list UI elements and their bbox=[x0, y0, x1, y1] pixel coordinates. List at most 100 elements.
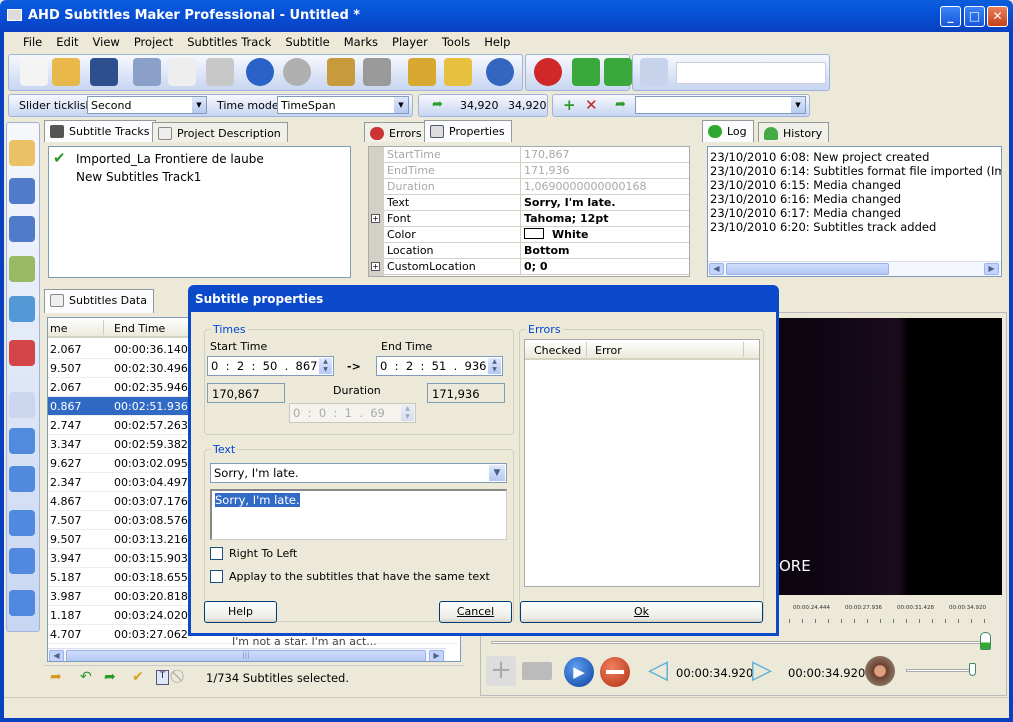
property-value[interactable]: 170,867 bbox=[522, 147, 572, 162]
new-file-icon[interactable] bbox=[20, 58, 48, 86]
menu-player[interactable]: Player bbox=[385, 32, 435, 52]
expand-icon[interactable] bbox=[9, 428, 35, 454]
tab-log[interactable]: Log bbox=[702, 120, 754, 142]
delete-mark-icon[interactable]: ✕ bbox=[585, 96, 598, 114]
tab-properties[interactable]: Properties bbox=[424, 120, 512, 142]
menu-marks[interactable]: Marks bbox=[337, 32, 385, 52]
align-left-icon[interactable] bbox=[9, 548, 35, 574]
menu-edit[interactable]: Edit bbox=[49, 32, 85, 52]
copy-icon[interactable] bbox=[168, 58, 196, 86]
book-icon[interactable] bbox=[408, 58, 436, 86]
goto-icon[interactable]: ➦ bbox=[432, 97, 443, 112]
cut-icon[interactable] bbox=[133, 58, 161, 86]
split-icon[interactable] bbox=[522, 662, 552, 680]
volume-icon[interactable] bbox=[865, 656, 895, 686]
column-header-error[interactable]: Error bbox=[595, 344, 622, 357]
column-header-start-time[interactable]: me bbox=[50, 322, 67, 335]
delete-icon[interactable] bbox=[9, 340, 35, 366]
search-input[interactable] bbox=[676, 62, 826, 84]
music-icon[interactable] bbox=[327, 58, 355, 86]
text-input[interactable]: Sorry, I'm late. bbox=[210, 489, 507, 540]
tab-project-description[interactable]: Project Description bbox=[152, 122, 288, 142]
maximize-button[interactable]: □ bbox=[964, 6, 985, 27]
track-item[interactable]: New Subtitles Track1 bbox=[76, 170, 201, 184]
fit-icon[interactable] bbox=[9, 466, 35, 492]
property-row[interactable]: Duration 1,0690000000000168 bbox=[369, 179, 689, 195]
scroll-right-icon[interactable]: ▶ bbox=[429, 650, 444, 661]
scroll-thumb[interactable] bbox=[726, 263, 889, 275]
volume-slider[interactable] bbox=[906, 669, 974, 672]
property-row[interactable]: + Font Tahoma; 12pt bbox=[369, 211, 689, 227]
menu-view[interactable]: View bbox=[86, 32, 127, 52]
check-icon[interactable]: ✔ bbox=[132, 669, 144, 685]
menu-tools[interactable]: Tools bbox=[435, 32, 477, 52]
copy-track-icon[interactable] bbox=[9, 256, 35, 282]
property-row[interactable]: StartTime 170,867 bbox=[369, 147, 689, 163]
menu-project[interactable]: Project bbox=[127, 32, 180, 52]
search-icon[interactable] bbox=[640, 58, 668, 86]
property-row[interactable]: + CustomLocation 0; 0 bbox=[369, 259, 689, 275]
sub-file-icon[interactable] bbox=[9, 178, 35, 204]
scroll-thumb[interactable]: ||| bbox=[66, 650, 426, 661]
add-subtitle-button[interactable]: + bbox=[486, 656, 516, 686]
undo-icon[interactable]: ↶ bbox=[80, 669, 92, 685]
menu-subtitles-track[interactable]: Subtitles Track bbox=[180, 32, 278, 52]
ok-button[interactable]: Ok bbox=[520, 601, 763, 623]
subtitle-list-icon[interactable] bbox=[9, 392, 35, 418]
property-value[interactable]: 0; 0 bbox=[522, 259, 550, 274]
download-icon[interactable] bbox=[9, 590, 35, 616]
next-button[interactable]: ▷ bbox=[752, 656, 772, 684]
start-time-input[interactable]: 0 : 2 : 50 . 867 ▲ ▼ bbox=[207, 356, 334, 376]
dvd-icon[interactable] bbox=[363, 58, 391, 86]
property-value[interactable]: Tahoma; 12pt bbox=[522, 211, 610, 226]
volume-thumb[interactable] bbox=[969, 663, 976, 676]
seek-track[interactable] bbox=[491, 641, 986, 644]
tab-history[interactable]: History bbox=[758, 122, 830, 142]
tab-errors[interactable]: Errors bbox=[364, 122, 429, 142]
property-row[interactable]: Location Bottom bbox=[369, 243, 689, 259]
property-row[interactable]: Color White bbox=[369, 227, 689, 243]
column-divider[interactable] bbox=[103, 320, 104, 335]
paste-icon[interactable] bbox=[206, 58, 234, 86]
spinner-icon[interactable]: ▲ ▼ bbox=[319, 358, 332, 374]
close-button[interactable]: ✕ bbox=[987, 6, 1008, 27]
property-value[interactable]: White bbox=[522, 227, 590, 242]
back-icon[interactable] bbox=[246, 58, 274, 86]
apply-same-text-checkbox[interactable] bbox=[210, 570, 223, 583]
property-value[interactable]: Bottom bbox=[522, 243, 571, 258]
add-track-icon[interactable] bbox=[9, 140, 35, 166]
previous-button[interactable]: ◁ bbox=[648, 656, 668, 684]
sub-export-icon[interactable] bbox=[9, 216, 35, 242]
column-header-end-time[interactable]: End Time bbox=[114, 322, 165, 335]
save-icon[interactable] bbox=[90, 58, 118, 86]
align-right-icon[interactable] bbox=[9, 510, 35, 536]
chevron-down-icon[interactable]: ▼ bbox=[489, 465, 505, 481]
refresh-icon[interactable] bbox=[604, 58, 632, 86]
property-row[interactable]: Text Sorry, I'm late. bbox=[369, 195, 689, 211]
log-hscrollbar[interactable]: ◀ ▶ bbox=[708, 261, 1001, 276]
add-mark-icon[interactable]: + bbox=[563, 96, 576, 114]
marks-select[interactable]: ▼ bbox=[635, 96, 806, 114]
cancel-button[interactable]: Cancel bbox=[439, 601, 512, 623]
slider-ticklish-select[interactable]: Second ▼ bbox=[87, 96, 207, 114]
stop-icon[interactable] bbox=[534, 58, 562, 86]
expand-icon[interactable]: + bbox=[371, 214, 380, 223]
menu-subtitle[interactable]: Subtitle bbox=[278, 32, 336, 52]
seek-thumb[interactable] bbox=[980, 632, 991, 650]
property-row[interactable]: EndTime 171,936 bbox=[369, 163, 689, 179]
menu-help[interactable]: Help bbox=[477, 32, 517, 52]
text-icon[interactable]: T bbox=[156, 670, 169, 685]
property-value[interactable]: Sorry, I'm late. bbox=[522, 195, 618, 210]
table-hscrollbar[interactable]: ◀ ||| ▶ bbox=[48, 648, 446, 661]
scroll-right-icon[interactable]: ▶ bbox=[984, 263, 999, 275]
tab-subtitle-tracks[interactable]: Subtitle Tracks bbox=[44, 120, 157, 142]
scroll-left-icon[interactable]: ◀ bbox=[49, 650, 64, 661]
tab-subtitles-data[interactable]: Subtitles Data bbox=[44, 289, 154, 313]
menu-file[interactable]: File bbox=[16, 32, 49, 52]
property-value[interactable]: 171,936 bbox=[522, 163, 572, 178]
help-icon[interactable] bbox=[486, 58, 514, 86]
open-folder-icon[interactable] bbox=[52, 58, 80, 86]
property-value[interactable]: 1,0690000000000168 bbox=[522, 179, 648, 194]
scroll-left-icon[interactable]: ◀ bbox=[709, 263, 724, 275]
right-to-left-checkbox[interactable] bbox=[210, 547, 223, 560]
